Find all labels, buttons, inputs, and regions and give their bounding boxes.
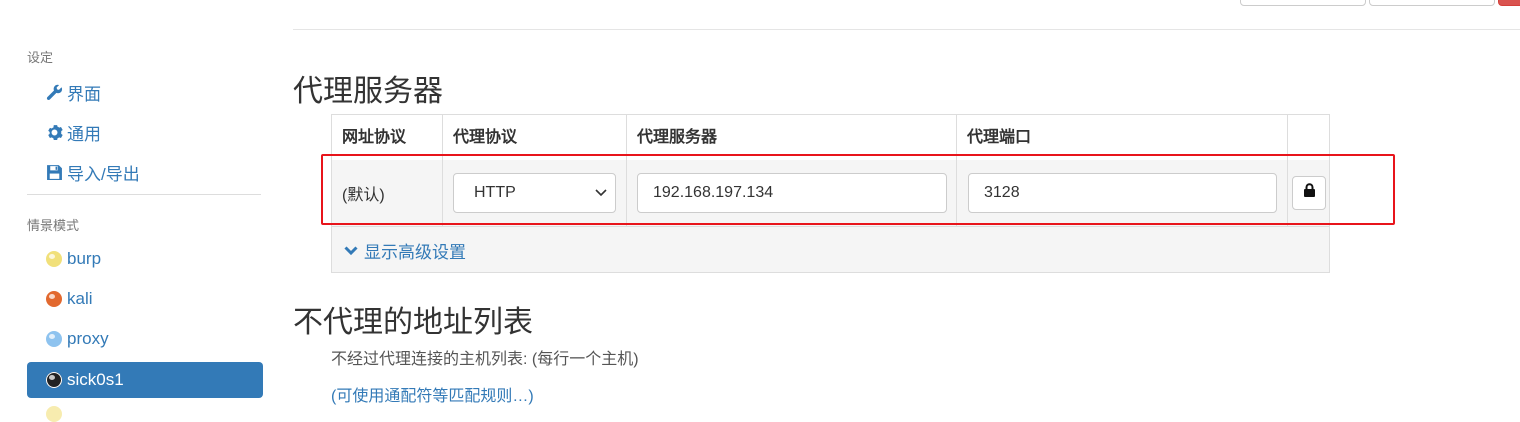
- lock-cell: [1288, 160, 1330, 226]
- globe-icon: [46, 406, 62, 422]
- proxy-port-input[interactable]: 3128: [968, 173, 1277, 213]
- sidebar-item-sick0s1[interactable]: sick0s1: [27, 362, 263, 398]
- bypass-section-title: 不代理的地址列表: [293, 306, 533, 339]
- table-row: (默认) HTTP 192.168.197.134 3128: [332, 160, 1329, 227]
- lock-icon: [1303, 183, 1316, 203]
- sidebar-item-label: burp: [67, 249, 102, 268]
- sidebar-item-ui[interactable]: 界面: [27, 74, 263, 110]
- sidebar-item-proxy[interactable]: proxy: [27, 321, 263, 357]
- sidebar-item-burp[interactable]: burp: [27, 241, 263, 277]
- sidebar-divider: [27, 194, 261, 195]
- sidebar-item-general[interactable]: 通用: [27, 114, 263, 150]
- sidebar-item-label: kali: [67, 289, 93, 308]
- auth-lock-button[interactable]: [1292, 176, 1326, 210]
- sidebar-item-import-export[interactable]: 导入/导出: [27, 154, 263, 190]
- scheme-cell: (默认): [332, 160, 443, 226]
- toolbar-delete-button[interactable]: [1498, 0, 1520, 6]
- globe-icon: [45, 371, 63, 389]
- gear-icon: [45, 123, 63, 141]
- floppy-disk-icon: [45, 163, 63, 181]
- header-divider: [293, 29, 1520, 30]
- show-advanced-label: 显示高级设置: [364, 243, 466, 262]
- table-header-row: 网址协议 代理协议 代理服务器 代理端口: [332, 115, 1329, 161]
- proxy-section-title: 代理服务器: [293, 75, 443, 108]
- server-cell: 192.168.197.134: [627, 160, 957, 226]
- sidebar-item-label: proxy: [67, 329, 109, 348]
- chevron-down-icon: [595, 184, 607, 202]
- sidebar: 设定 界面 通用 导入/导出 情景模式 burp kali proxy sick…: [0, 0, 280, 422]
- header-actions: [1288, 115, 1330, 160]
- sidebar-item-label: sick0s1: [67, 370, 124, 389]
- wildcard-rules-link[interactable]: (可使用通配符等匹配规则…): [331, 382, 534, 406]
- protocol-select[interactable]: HTTP: [453, 173, 616, 213]
- header-port: 代理端口: [957, 115, 1288, 160]
- sidebar-item-label: 导入/导出: [67, 164, 140, 184]
- bypass-description: 不经过代理连接的主机列表: (每行一个主机): [331, 351, 639, 368]
- port-cell: 3128: [957, 160, 1288, 226]
- sidebar-item-label: 通用: [67, 124, 101, 144]
- proxy-server-input[interactable]: 192.168.197.134: [637, 173, 947, 213]
- sidebar-item-label: 界面: [67, 84, 101, 104]
- globe-icon: [45, 290, 63, 308]
- wrench-icon: [45, 83, 63, 101]
- protocol-cell: HTTP: [443, 160, 627, 226]
- header-protocol: 代理协议: [443, 115, 627, 160]
- settings-header: 设定: [27, 50, 54, 65]
- show-advanced-link[interactable]: 显示高级设置: [344, 238, 466, 263]
- globe-icon: [45, 250, 63, 268]
- sidebar-item-kali[interactable]: kali: [27, 281, 263, 317]
- chevron-down-icon: [344, 245, 358, 256]
- profiles-header: 情景模式: [27, 218, 80, 233]
- globe-icon: [45, 330, 63, 348]
- header-server: 代理服务器: [627, 115, 957, 160]
- protocol-value: HTTP: [474, 184, 516, 201]
- proxy-table: 网址协议 代理协议 代理服务器 代理端口 (默认) HTTP 192.168.1…: [331, 114, 1330, 273]
- toolbar-button-2[interactable]: [1369, 0, 1495, 6]
- header-scheme: 网址协议: [332, 115, 443, 160]
- toolbar-button-1[interactable]: [1240, 0, 1366, 6]
